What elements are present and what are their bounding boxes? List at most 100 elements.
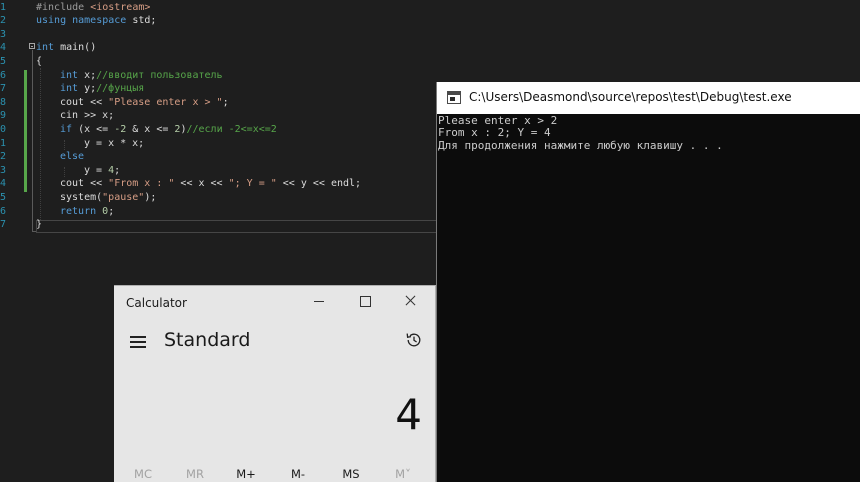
calculator-window[interactable]: Calculator Standard 4 MC MR M+ M- MS M˅ bbox=[114, 285, 436, 482]
code-token: //если -2<=x<=2 bbox=[186, 123, 277, 135]
line-number: 1 bbox=[0, 1, 6, 13]
code-line[interactable]: 7 int y;//фунцыя bbox=[0, 82, 436, 96]
code-token: { bbox=[36, 55, 43, 67]
calculator-display: 4 bbox=[395, 390, 422, 439]
code-token: << y << endl; bbox=[276, 178, 362, 190]
code-token: int bbox=[36, 42, 61, 54]
code-line[interactable]: 4 int main() bbox=[0, 41, 436, 55]
memory-clear-button[interactable]: MC bbox=[123, 467, 163, 481]
console-output[interactable]: Please enter x > 2 From x : 2; Y = 4 Для… bbox=[437, 114, 860, 152]
code-line[interactable]: 8 cout << "Please enter x > "; bbox=[0, 96, 436, 110]
maximize-button[interactable] bbox=[357, 292, 373, 308]
code-line[interactable]: 2 using namespace std; bbox=[0, 14, 436, 28]
code-text: cin >> x; bbox=[60, 109, 114, 123]
code-token: using bbox=[36, 15, 73, 27]
code-token: } bbox=[36, 219, 43, 231]
memory-add-button[interactable]: M+ bbox=[226, 467, 266, 481]
code-text: else bbox=[60, 150, 84, 164]
code-text: #include <iostream> bbox=[36, 1, 150, 15]
code-line[interactable]: 0 if (x <= -2 & x <= 2)//если -2<=x<=2 bbox=[0, 123, 436, 137]
line-number: 0 bbox=[0, 123, 6, 135]
history-icon[interactable] bbox=[405, 331, 423, 349]
code-line[interactable]: 5{ bbox=[0, 55, 436, 69]
code-token: ; bbox=[108, 205, 115, 217]
line-number: 3 bbox=[0, 164, 6, 176]
code-token: else bbox=[60, 151, 85, 163]
code-text: } bbox=[36, 218, 42, 232]
code-text: cout << "From x : " << x << "; Y = " << … bbox=[60, 177, 361, 191]
line-number: 6 bbox=[0, 69, 6, 81]
code-token: return bbox=[60, 205, 103, 217]
code-line[interactable]: 6 return 0; bbox=[0, 205, 436, 219]
code-line[interactable]: 3 y = 4; bbox=[0, 164, 436, 178]
code-line[interactable]: 7} bbox=[0, 218, 436, 232]
code-token: //фунцыя bbox=[96, 83, 145, 95]
code-text: int y;//фунцыя bbox=[60, 82, 144, 96]
console-line: From x : 2; Y = 4 bbox=[438, 126, 551, 140]
code-token: #include bbox=[36, 1, 91, 13]
code-text: y = 4; bbox=[84, 164, 120, 178]
calculator-title: Calculator bbox=[126, 296, 187, 310]
code-line[interactable]: 6 int x;//вводит пользователь bbox=[0, 69, 436, 83]
line-number: 6 bbox=[0, 205, 6, 217]
memory-recall-button[interactable]: MR bbox=[175, 467, 215, 481]
code-token: cout << bbox=[60, 178, 109, 190]
close-button[interactable] bbox=[402, 292, 418, 308]
code-text: system("pause"); bbox=[60, 191, 156, 205]
line-number: 4 bbox=[0, 178, 6, 190]
code-token: int bbox=[60, 83, 85, 95]
console-window[interactable]: C:\Users\Deasmond\source\repos\test\Debu… bbox=[436, 82, 860, 482]
calculator-mode-title: Standard bbox=[164, 329, 251, 351]
hamburger-menu-icon[interactable] bbox=[130, 336, 146, 348]
code-text: using namespace std; bbox=[36, 14, 156, 28]
memory-list-button[interactable]: M˅ bbox=[383, 467, 423, 481]
code-text: y = x * x; bbox=[84, 137, 144, 151]
code-line[interactable]: 1 y = x * x; bbox=[0, 137, 436, 151]
code-token: x; bbox=[84, 69, 97, 81]
memory-store-button[interactable]: MS bbox=[331, 467, 371, 481]
code-text: if (x <= -2 & x <= 2)//если -2<=x<=2 bbox=[60, 123, 277, 137]
code-text: int main() bbox=[36, 41, 96, 55]
line-number: 4 bbox=[0, 42, 6, 54]
code-text: return 0; bbox=[60, 205, 114, 219]
code-token: int bbox=[60, 69, 85, 81]
console-titlebar[interactable]: C:\Users\Deasmond\source\repos\test\Debu… bbox=[437, 82, 860, 114]
code-token: << x << bbox=[174, 178, 229, 190]
code-token: ; bbox=[114, 164, 121, 176]
code-line[interactable]: 3 bbox=[0, 28, 436, 42]
code-line[interactable]: 9 cin >> x; bbox=[0, 109, 436, 123]
console-app-icon bbox=[447, 91, 461, 104]
code-line[interactable]: 4 cout << "From x : " << x << "; Y = " <<… bbox=[0, 177, 436, 191]
code-token: y = bbox=[84, 164, 109, 176]
code-token: y; bbox=[84, 83, 97, 95]
code-token: namespace bbox=[72, 15, 133, 27]
code-line[interactable]: 1 #include <iostream> bbox=[0, 1, 436, 15]
code-line[interactable]: 2 else bbox=[0, 150, 436, 164]
code-token: "; Y = " bbox=[228, 178, 277, 190]
code-line[interactable]: 5 system("pause"); bbox=[0, 191, 436, 205]
code-token: std; bbox=[132, 15, 157, 27]
line-number: 2 bbox=[0, 151, 6, 163]
code-token: //вводит пользователь bbox=[96, 69, 223, 81]
line-number: 7 bbox=[0, 83, 6, 95]
line-number: 7 bbox=[0, 219, 6, 231]
line-number: 9 bbox=[0, 110, 6, 122]
line-number: 3 bbox=[0, 28, 6, 40]
code-text: { bbox=[36, 55, 42, 69]
line-number: 2 bbox=[0, 15, 6, 27]
code-token: y = x * x; bbox=[84, 137, 145, 149]
line-number: 5 bbox=[0, 55, 6, 67]
code-token: "Please enter x > " bbox=[108, 96, 223, 108]
console-title: C:\Users\Deasmond\source\repos\test\Debu… bbox=[469, 90, 792, 104]
code-token: -2 bbox=[114, 123, 127, 135]
memory-subtract-button[interactable]: M- bbox=[278, 467, 318, 481]
code-token: cin >> x; bbox=[60, 110, 115, 122]
code-token: system( bbox=[60, 191, 103, 203]
code-token: ); bbox=[144, 191, 157, 203]
code-token: if bbox=[60, 123, 79, 135]
line-number: 8 bbox=[0, 96, 6, 108]
code-token: (x <= bbox=[78, 123, 115, 135]
minimize-button[interactable] bbox=[311, 292, 327, 308]
code-token: ; bbox=[222, 96, 229, 108]
code-token: "From x : " bbox=[108, 178, 175, 190]
